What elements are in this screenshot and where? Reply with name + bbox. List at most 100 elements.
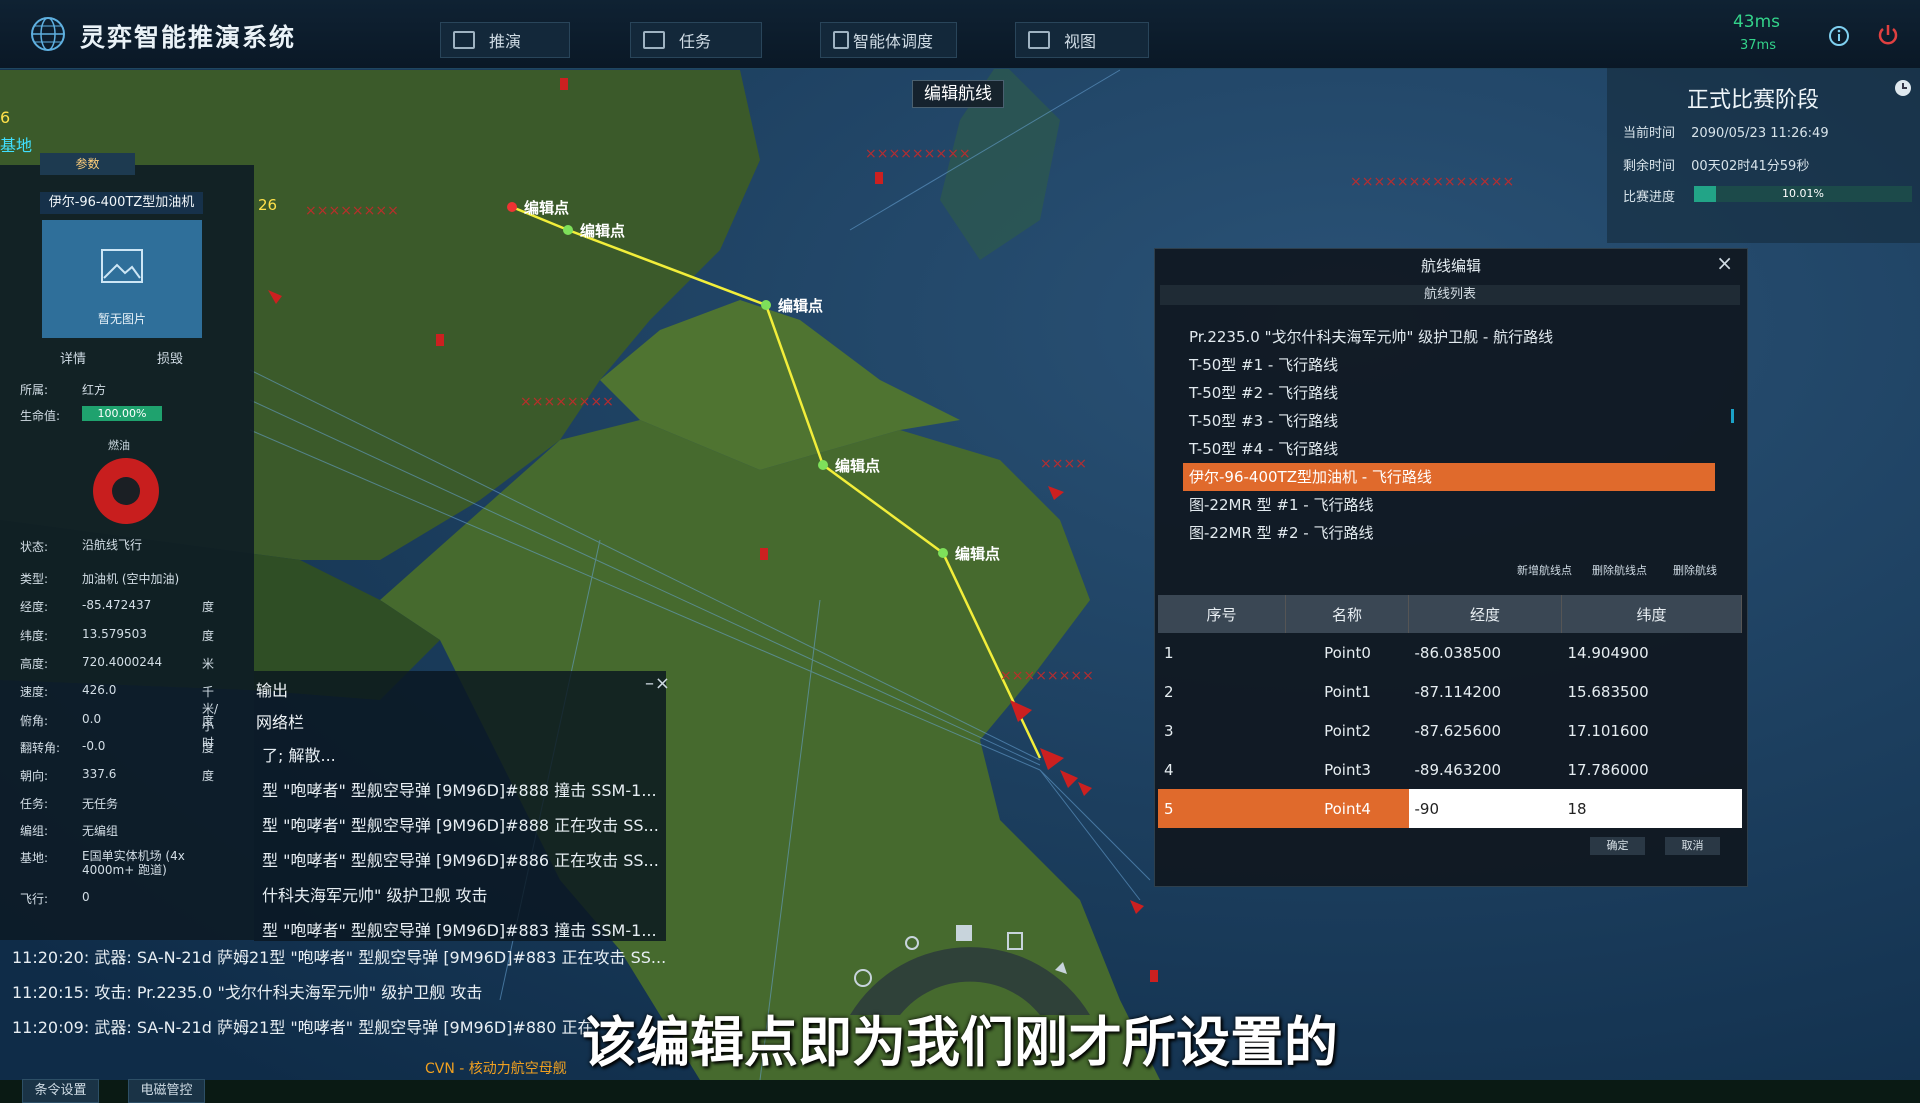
- confirm-button[interactable]: 确定: [1590, 837, 1645, 855]
- fuel-label: 燃油: [108, 439, 130, 452]
- minimize-icon[interactable]: –: [645, 673, 654, 694]
- details-button[interactable]: 详情: [38, 348, 108, 368]
- clock-icon[interactable]: [1893, 78, 1913, 98]
- field-unit: 度: [202, 769, 215, 783]
- progress-bar: 10.01%: [1694, 186, 1912, 202]
- route-list-item[interactable]: 伊尔-96-400TZ型加油机 - 飞行路线: [1183, 463, 1715, 491]
- output-log-panel: 输出 – × 网络栏 了; 解散... 型 "咆哮者" 型舰空导弹 [9M96D]…: [254, 671, 670, 941]
- table-cell: Point4: [1285, 789, 1409, 828]
- nav-label: 视图: [1064, 32, 1097, 51]
- nav-deduction-button[interactable]: 推演: [440, 22, 570, 58]
- damage-button[interactable]: 损毁: [135, 348, 205, 368]
- map-side-base: 基地: [0, 136, 33, 155]
- top-bar: 灵弈智能推演系统 推演 任务 智能体调度 视图 43ms 37ms: [0, 0, 1920, 69]
- svg-text:××××××××: ××××××××: [1000, 668, 1094, 684]
- match-status-panel: 正式比赛阶段 当前时间 2090/05/23 11:26:49 剩余时间 00天…: [1607, 68, 1920, 243]
- tab-params[interactable]: 参数: [40, 153, 135, 175]
- unit-detail-panel: 参数 伊尔-96-400TZ型加油机 暂无图片 详情 损毁 所属: 红方 生命值…: [0, 153, 254, 1103]
- table-row[interactable]: 5 Point4 -90 18: [1158, 789, 1742, 828]
- route-list-item[interactable]: T-50型 #4 - 飞行路线: [1183, 435, 1715, 463]
- field-value: 0: [82, 890, 90, 904]
- delete-waypoint-button[interactable]: 删除航线点: [1592, 562, 1647, 578]
- nav-label: 智能体调度: [853, 32, 934, 51]
- field-unit: 度: [202, 741, 215, 755]
- table-cell: 4: [1164, 760, 1174, 779]
- field-label: 任务:: [20, 797, 49, 811]
- close-icon[interactable]: ×: [1716, 251, 1733, 275]
- log-line: 型 "咆哮者" 型舰空导弹 [9M96D]#883 撞击 SSM-1...: [262, 921, 657, 940]
- power-icon[interactable]: [1876, 23, 1900, 47]
- table-row[interactable]: 2 Point1 -87.114200 15.683500: [1158, 672, 1742, 711]
- remaining-time-row: 剩余时间 00天02时41分59秒: [1623, 155, 1809, 174]
- route-list-item[interactable]: Pr.2235.0 "戈尔什科夫海军元帅" 级护卫舰 - 航行路线: [1183, 323, 1715, 351]
- latency-sub: 37ms: [1740, 38, 1776, 53]
- add-waypoint-button[interactable]: 新增航线点: [1517, 562, 1572, 578]
- waypoint-marker[interactable]: [761, 300, 771, 310]
- field-label: 基地:: [20, 851, 49, 865]
- current-time: 2090/05/23 11:26:49: [1691, 126, 1829, 141]
- svg-text:×××××××××: ×××××××××: [865, 146, 971, 162]
- nav-task-button[interactable]: 任务: [630, 22, 762, 58]
- waypoint-marker[interactable]: [818, 460, 828, 470]
- table-cell: -87.625600: [1414, 721, 1502, 740]
- route-list-item[interactable]: 图-22MR 型 #1 - 飞行路线: [1183, 491, 1715, 519]
- dialog-title: 航线编辑: [1420, 257, 1481, 275]
- route-list-item[interactable]: T-50型 #1 - 飞行路线: [1183, 351, 1715, 379]
- coord-input-cell[interactable]: 18: [1561, 789, 1742, 828]
- field-value: 无任务: [82, 797, 119, 811]
- svg-text:××××: ××××: [1040, 456, 1087, 472]
- field-label: 朝向:: [20, 769, 49, 783]
- delete-route-button[interactable]: 删除航线: [1673, 562, 1717, 578]
- table-row[interactable]: 3 Point2 -87.625600 17.101600: [1158, 711, 1742, 750]
- unit-field-row: 翻转角: -0.0 度: [20, 739, 214, 756]
- table-row[interactable]: 1 Point0 -86.038500 14.904900: [1158, 633, 1742, 672]
- field-value: 沿航线飞行: [82, 538, 143, 552]
- table-cell: -87.114200: [1414, 682, 1502, 701]
- info-icon[interactable]: [1828, 25, 1850, 47]
- waypoint-label: 编辑点: [955, 545, 1000, 563]
- table-cell: 17.786000: [1567, 760, 1649, 779]
- table-row[interactable]: 4 Point3 -89.463200 17.786000: [1158, 750, 1742, 789]
- image-placeholder-icon: [101, 249, 143, 283]
- field-label: 高度:: [20, 657, 49, 671]
- field-label: 编组:: [20, 824, 49, 838]
- table-cell: Point2: [1324, 721, 1371, 740]
- hp-bar: 100.00%: [82, 406, 162, 421]
- map-side-number: 6: [0, 108, 11, 127]
- unit-field-row: 编组: 无编组: [20, 822, 118, 839]
- nav-view-button[interactable]: 视图: [1015, 22, 1149, 58]
- close-icon[interactable]: ×: [655, 673, 670, 694]
- waypoint-label: 编辑点: [778, 297, 823, 315]
- route-list-item[interactable]: T-50型 #2 - 飞行路线: [1183, 379, 1715, 407]
- cancel-button[interactable]: 取消: [1665, 837, 1720, 855]
- waypoint-marker[interactable]: [563, 225, 573, 235]
- route-list-item[interactable]: 图-22MR 型 #2 - 飞行路线: [1183, 519, 1715, 547]
- table-cell: 3: [1164, 721, 1174, 740]
- col-name: 名称: [1285, 595, 1409, 633]
- field-value: 无编组: [82, 824, 119, 838]
- doctrine-settings-button[interactable]: 条令设置: [22, 1079, 99, 1103]
- unit-field-row: 经度: -85.472437 度: [20, 598, 214, 615]
- col-lat: 纬度: [1561, 595, 1742, 633]
- field-value: 加油机 (空中加油): [82, 572, 180, 586]
- nav-agent-dispatch-button[interactable]: 智能体调度: [820, 22, 957, 58]
- unit-photo-placeholder: 暂无图片: [42, 220, 202, 338]
- faction-row: 所属: 红方: [20, 381, 106, 398]
- no-image-label: 暂无图片: [97, 312, 146, 326]
- route-list-scrollbar[interactable]: [1731, 409, 1734, 423]
- waypoint-marker[interactable]: [938, 548, 948, 558]
- table-cell: 15.683500: [1567, 682, 1649, 701]
- play-square-icon: [453, 31, 475, 49]
- stage-title: 正式比赛阶段: [1687, 88, 1820, 113]
- route-list-item[interactable]: T-50型 #3 - 飞行路线: [1183, 407, 1715, 435]
- field-label: 状态:: [20, 540, 49, 554]
- coord-input-cell[interactable]: -90: [1408, 789, 1562, 828]
- em-control-button[interactable]: 电磁管控: [128, 1079, 205, 1103]
- unit-field-row: 飞行: 0: [20, 890, 90, 907]
- log-line: 型 "咆哮者" 型舰空导弹 [9M96D]#888 正在攻击 SS...: [262, 816, 659, 835]
- unit-field-row: 速度: 426.0 千米/小时: [20, 683, 218, 750]
- app-title: 灵弈智能推演系统: [80, 23, 297, 52]
- waypoint-marker[interactable]: [507, 202, 517, 212]
- fuel-gauge: [93, 458, 159, 524]
- agent-icon: [833, 31, 849, 49]
